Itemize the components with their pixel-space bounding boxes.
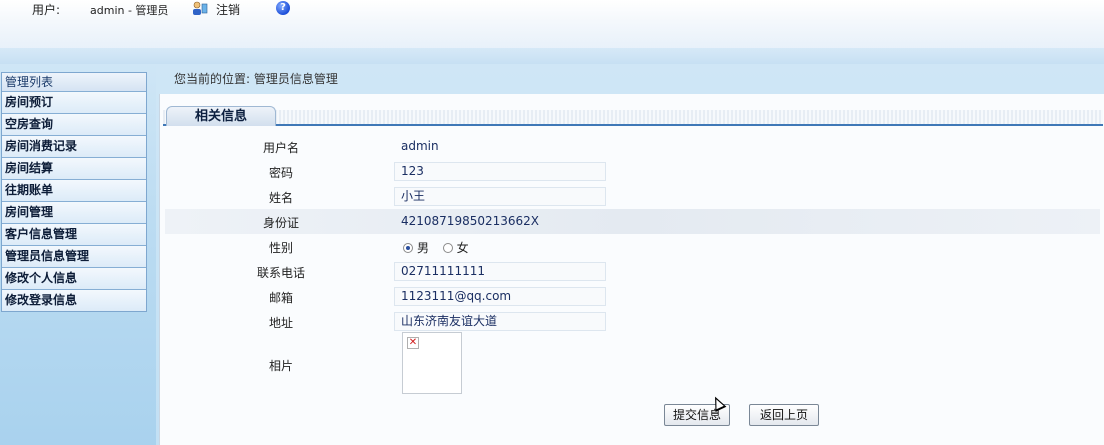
form-row-email: 邮箱 1123111@qq.com	[165, 284, 1100, 309]
sidebar-item-room-consumption[interactable]: 房间消费记录	[2, 135, 146, 157]
sidebar-item-vacant-room-search[interactable]: 空房查询	[2, 113, 146, 135]
photo-frame[interactable]: ✕	[402, 332, 462, 394]
phone-label: 联系电话	[256, 266, 305, 280]
user-label: 用户:	[32, 3, 61, 17]
logout-link[interactable]: 注销	[216, 1, 240, 18]
form-row-name: 姓名 小王	[165, 184, 1100, 209]
panel-title-bar	[163, 110, 1103, 126]
gender-group: 男 女	[403, 239, 469, 256]
user-value: admin - 管理员	[90, 4, 169, 17]
form-row-address: 地址 山东济南友谊大道	[165, 309, 1100, 334]
header-strip	[0, 48, 1104, 64]
gender-male-label: 男	[417, 241, 430, 255]
email-field[interactable]: 1123111@qq.com	[394, 287, 606, 306]
info-panel: 相关信息 用户名 admin 密码 123 姓名 小王 身份证 42108719…	[159, 94, 1104, 445]
form-row-gender: 性别 男 女	[165, 234, 1100, 259]
gender-male-radio[interactable]	[403, 243, 413, 253]
gender-female-radio[interactable]	[442, 243, 453, 253]
top-bar: 用户: admin - 管理员 注销 ?	[0, 0, 1104, 48]
address-field[interactable]: 山东济南友谊大道	[394, 312, 606, 331]
sidebar-item-admin-management[interactable]: 管理员信息管理	[2, 245, 146, 267]
sidebar-item-customer-management[interactable]: 客户信息管理	[2, 223, 146, 245]
help-icon[interactable]: ?	[276, 1, 290, 15]
gender-female-label: 女	[456, 241, 469, 255]
broken-image-icon: ✕	[407, 337, 419, 349]
address-label: 地址	[268, 316, 293, 330]
password-field[interactable]: 123	[394, 162, 606, 181]
password-label: 密码	[268, 166, 293, 180]
user-logout-icon[interactable]	[192, 1, 208, 15]
sidebar-item-past-bills[interactable]: 往期账单	[2, 179, 146, 201]
sidebar-menu: 管理列表 房间预订 空房查询 房间消费记录 房间结算 往期账单 房间管理 客户信…	[1, 72, 147, 312]
id-card-label: 身份证	[262, 216, 299, 230]
sidebar-title: 管理列表	[2, 72, 146, 91]
name-label: 姓名	[268, 191, 293, 205]
form-row-username: 用户名 admin	[165, 134, 1100, 159]
sidebar-item-room-booking[interactable]: 房间预订	[2, 91, 146, 113]
phone-field[interactable]: 02711111111	[394, 262, 606, 281]
form-row-photo: 相片	[165, 352, 1100, 377]
photo-label: 相片	[268, 359, 293, 373]
username-label: 用户名	[262, 141, 299, 155]
form-row-password: 密码 123	[165, 159, 1100, 184]
id-card-value: 42108719850213662X	[401, 214, 540, 228]
gender-label: 性别	[268, 241, 293, 255]
panel-title: 相关信息	[166, 106, 276, 126]
breadcrumb: 您当前的位置: 管理员信息管理	[174, 72, 338, 86]
name-field[interactable]: 小王	[394, 187, 606, 206]
sidebar-item-room-checkout[interactable]: 房间结算	[2, 157, 146, 179]
email-label: 邮箱	[268, 291, 293, 305]
form-row-id-card: 身份证 42108719850213662X	[165, 209, 1100, 234]
back-button[interactable]: 返回上页	[749, 404, 819, 426]
sidebar-item-edit-login[interactable]: 修改登录信息	[2, 289, 146, 311]
form-row-phone: 联系电话 02711111111	[165, 259, 1100, 284]
username-value: admin	[401, 139, 439, 153]
sidebar-item-room-management[interactable]: 房间管理	[2, 201, 146, 223]
main-area: 您当前的位置: 管理员信息管理 相关信息 用户名 admin 密码 123 姓名…	[156, 64, 1104, 445]
sidebar-item-edit-profile[interactable]: 修改个人信息	[2, 267, 146, 289]
